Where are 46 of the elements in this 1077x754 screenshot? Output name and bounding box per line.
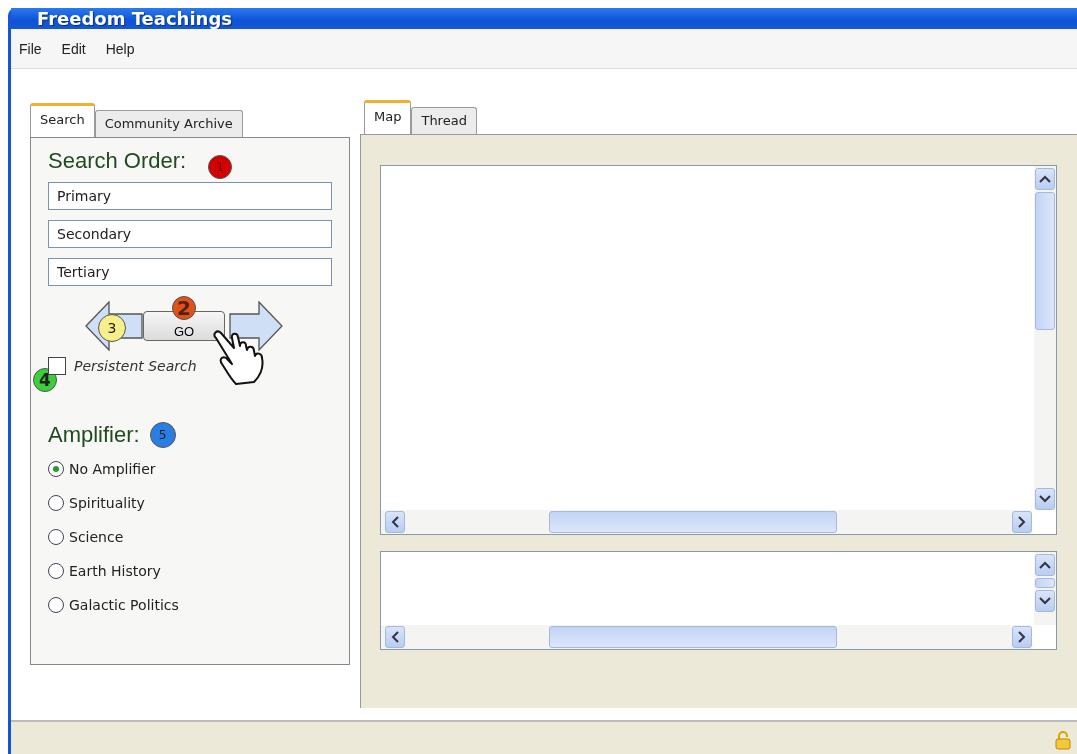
vertical-scrollbar[interactable] (1034, 166, 1056, 510)
radio-label: Earth History (69, 563, 161, 579)
radio-button[interactable] (48, 461, 64, 477)
scroll-thumb[interactable] (549, 511, 837, 533)
scroll-thumb[interactable] (549, 626, 837, 648)
tab[interactable]: Search (30, 103, 95, 137)
tab[interactable]: Community Archive (94, 110, 243, 137)
scroll-right-icon[interactable] (1012, 626, 1032, 648)
scroll-right-icon[interactable] (1012, 511, 1032, 533)
lock-icon (1055, 729, 1071, 750)
menu-item[interactable]: File (19, 40, 42, 57)
scroll-thumb[interactable] (1035, 578, 1055, 588)
window-title: Freedom Teachings (37, 8, 233, 29)
radio-button[interactable] (48, 597, 64, 613)
section-heading: Search Order: (48, 148, 187, 174)
section-heading: Amplifier: (48, 422, 140, 448)
scroll-down-icon[interactable] (1035, 590, 1055, 612)
radio-label: Science (69, 529, 124, 545)
checkbox[interactable] (48, 357, 66, 375)
scroll-left-icon[interactable] (385, 626, 405, 648)
scroll-down-icon[interactable] (1035, 488, 1055, 510)
menu-item[interactable]: Edit (61, 40, 86, 57)
annotation-badge: 2 (172, 296, 196, 320)
input-field[interactable]: Tertiary (48, 258, 332, 286)
menu-item[interactable]: Help (105, 40, 135, 57)
radio-button[interactable] (48, 529, 64, 545)
scroll-up-icon[interactable] (1035, 168, 1055, 190)
input-field[interactable]: Secondary (48, 220, 332, 248)
radio-button[interactable] (48, 563, 64, 579)
horizontal-scrollbar[interactable] (381, 510, 1032, 534)
horizontal-scrollbar[interactable] (381, 625, 1032, 649)
tab[interactable]: Thread (411, 107, 477, 134)
annotation-badge: 1 (208, 155, 233, 179)
scroll-left-icon[interactable] (385, 511, 405, 533)
radio-label: Galactic Politics (69, 597, 179, 613)
tab[interactable]: Map (364, 100, 412, 134)
input-field[interactable]: Primary (48, 182, 332, 210)
annotation-badge: 5 (149, 422, 176, 448)
radio-label: No Amplifier (69, 461, 156, 477)
vertical-scrollbar[interactable] (1034, 552, 1056, 625)
right-arrow-icon[interactable] (229, 301, 283, 351)
scroll-up-icon[interactable] (1035, 554, 1055, 576)
checkbox-label: Persistent Search (74, 358, 197, 374)
radio-button[interactable] (48, 495, 64, 511)
radio-label: Spirituality (69, 495, 145, 511)
scroll-thumb[interactable] (1035, 192, 1055, 330)
